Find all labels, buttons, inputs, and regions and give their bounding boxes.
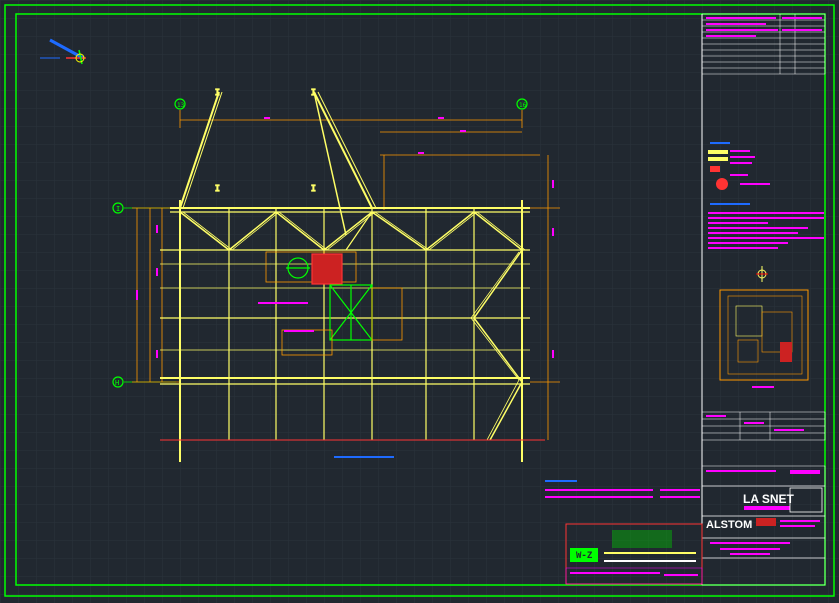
svg-text:I: I — [311, 184, 316, 193]
grid-label-I: I — [116, 205, 120, 213]
grid-label-16: 16 — [519, 102, 527, 109]
svg-text:I: I — [311, 88, 316, 97]
company-site-logo: LA SNET — [743, 492, 795, 506]
brand-logo: ALSTOM — [706, 519, 752, 531]
svg-text:W-Z: W-Z — [576, 551, 593, 561]
background-grid — [0, 0, 839, 603]
cad-drawing-canvas[interactable]: I I I I LA SNET ALSTOM W-Z 13 16 I H — [0, 0, 839, 603]
svg-text:I: I — [215, 184, 220, 193]
grid-label-13: 13 — [177, 102, 185, 109]
grid-label-H: H — [115, 379, 119, 387]
svg-text:I: I — [215, 88, 220, 97]
